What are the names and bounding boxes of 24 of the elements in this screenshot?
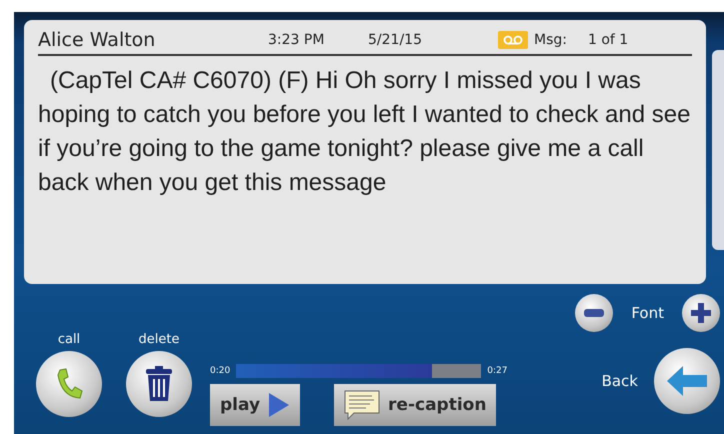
back-arrow-icon <box>667 366 707 396</box>
elapsed-time: 0:20 <box>210 366 230 376</box>
recaption-button[interactable]: re-caption <box>334 384 496 426</box>
caption-text: (CapTel CA# C6070) (F) Hi Oh sorry I missed you I was hoping to catch you before you left I wanted to check and see if you’re going to the game tonight? please give me a call back when you get this message <box>38 66 692 198</box>
font-increase-button[interactable] <box>682 294 720 332</box>
trash-icon <box>145 366 173 402</box>
message-date: 5/21/15 <box>368 32 423 48</box>
font-label: Font <box>631 304 664 322</box>
message-label: Msg: <box>534 32 568 48</box>
play-icon <box>268 392 290 418</box>
sender-name: Alice Walton <box>38 29 156 51</box>
note-icon <box>344 390 380 420</box>
back-label: Back <box>602 372 638 390</box>
plus-icon <box>691 303 711 323</box>
voicemail-icon <box>498 31 528 49</box>
minus-icon <box>584 309 604 317</box>
message-time: 3:23 PM <box>268 32 326 48</box>
action-label: delete <box>138 332 180 347</box>
message-count: 1 of 1 <box>588 32 628 48</box>
scroll-bar[interactable] <box>712 50 724 250</box>
total-time: 0:27 <box>487 366 508 376</box>
font-decrease-button[interactable] <box>575 294 614 332</box>
action-label: call <box>58 332 80 347</box>
play-button[interactable]: play <box>210 384 300 426</box>
